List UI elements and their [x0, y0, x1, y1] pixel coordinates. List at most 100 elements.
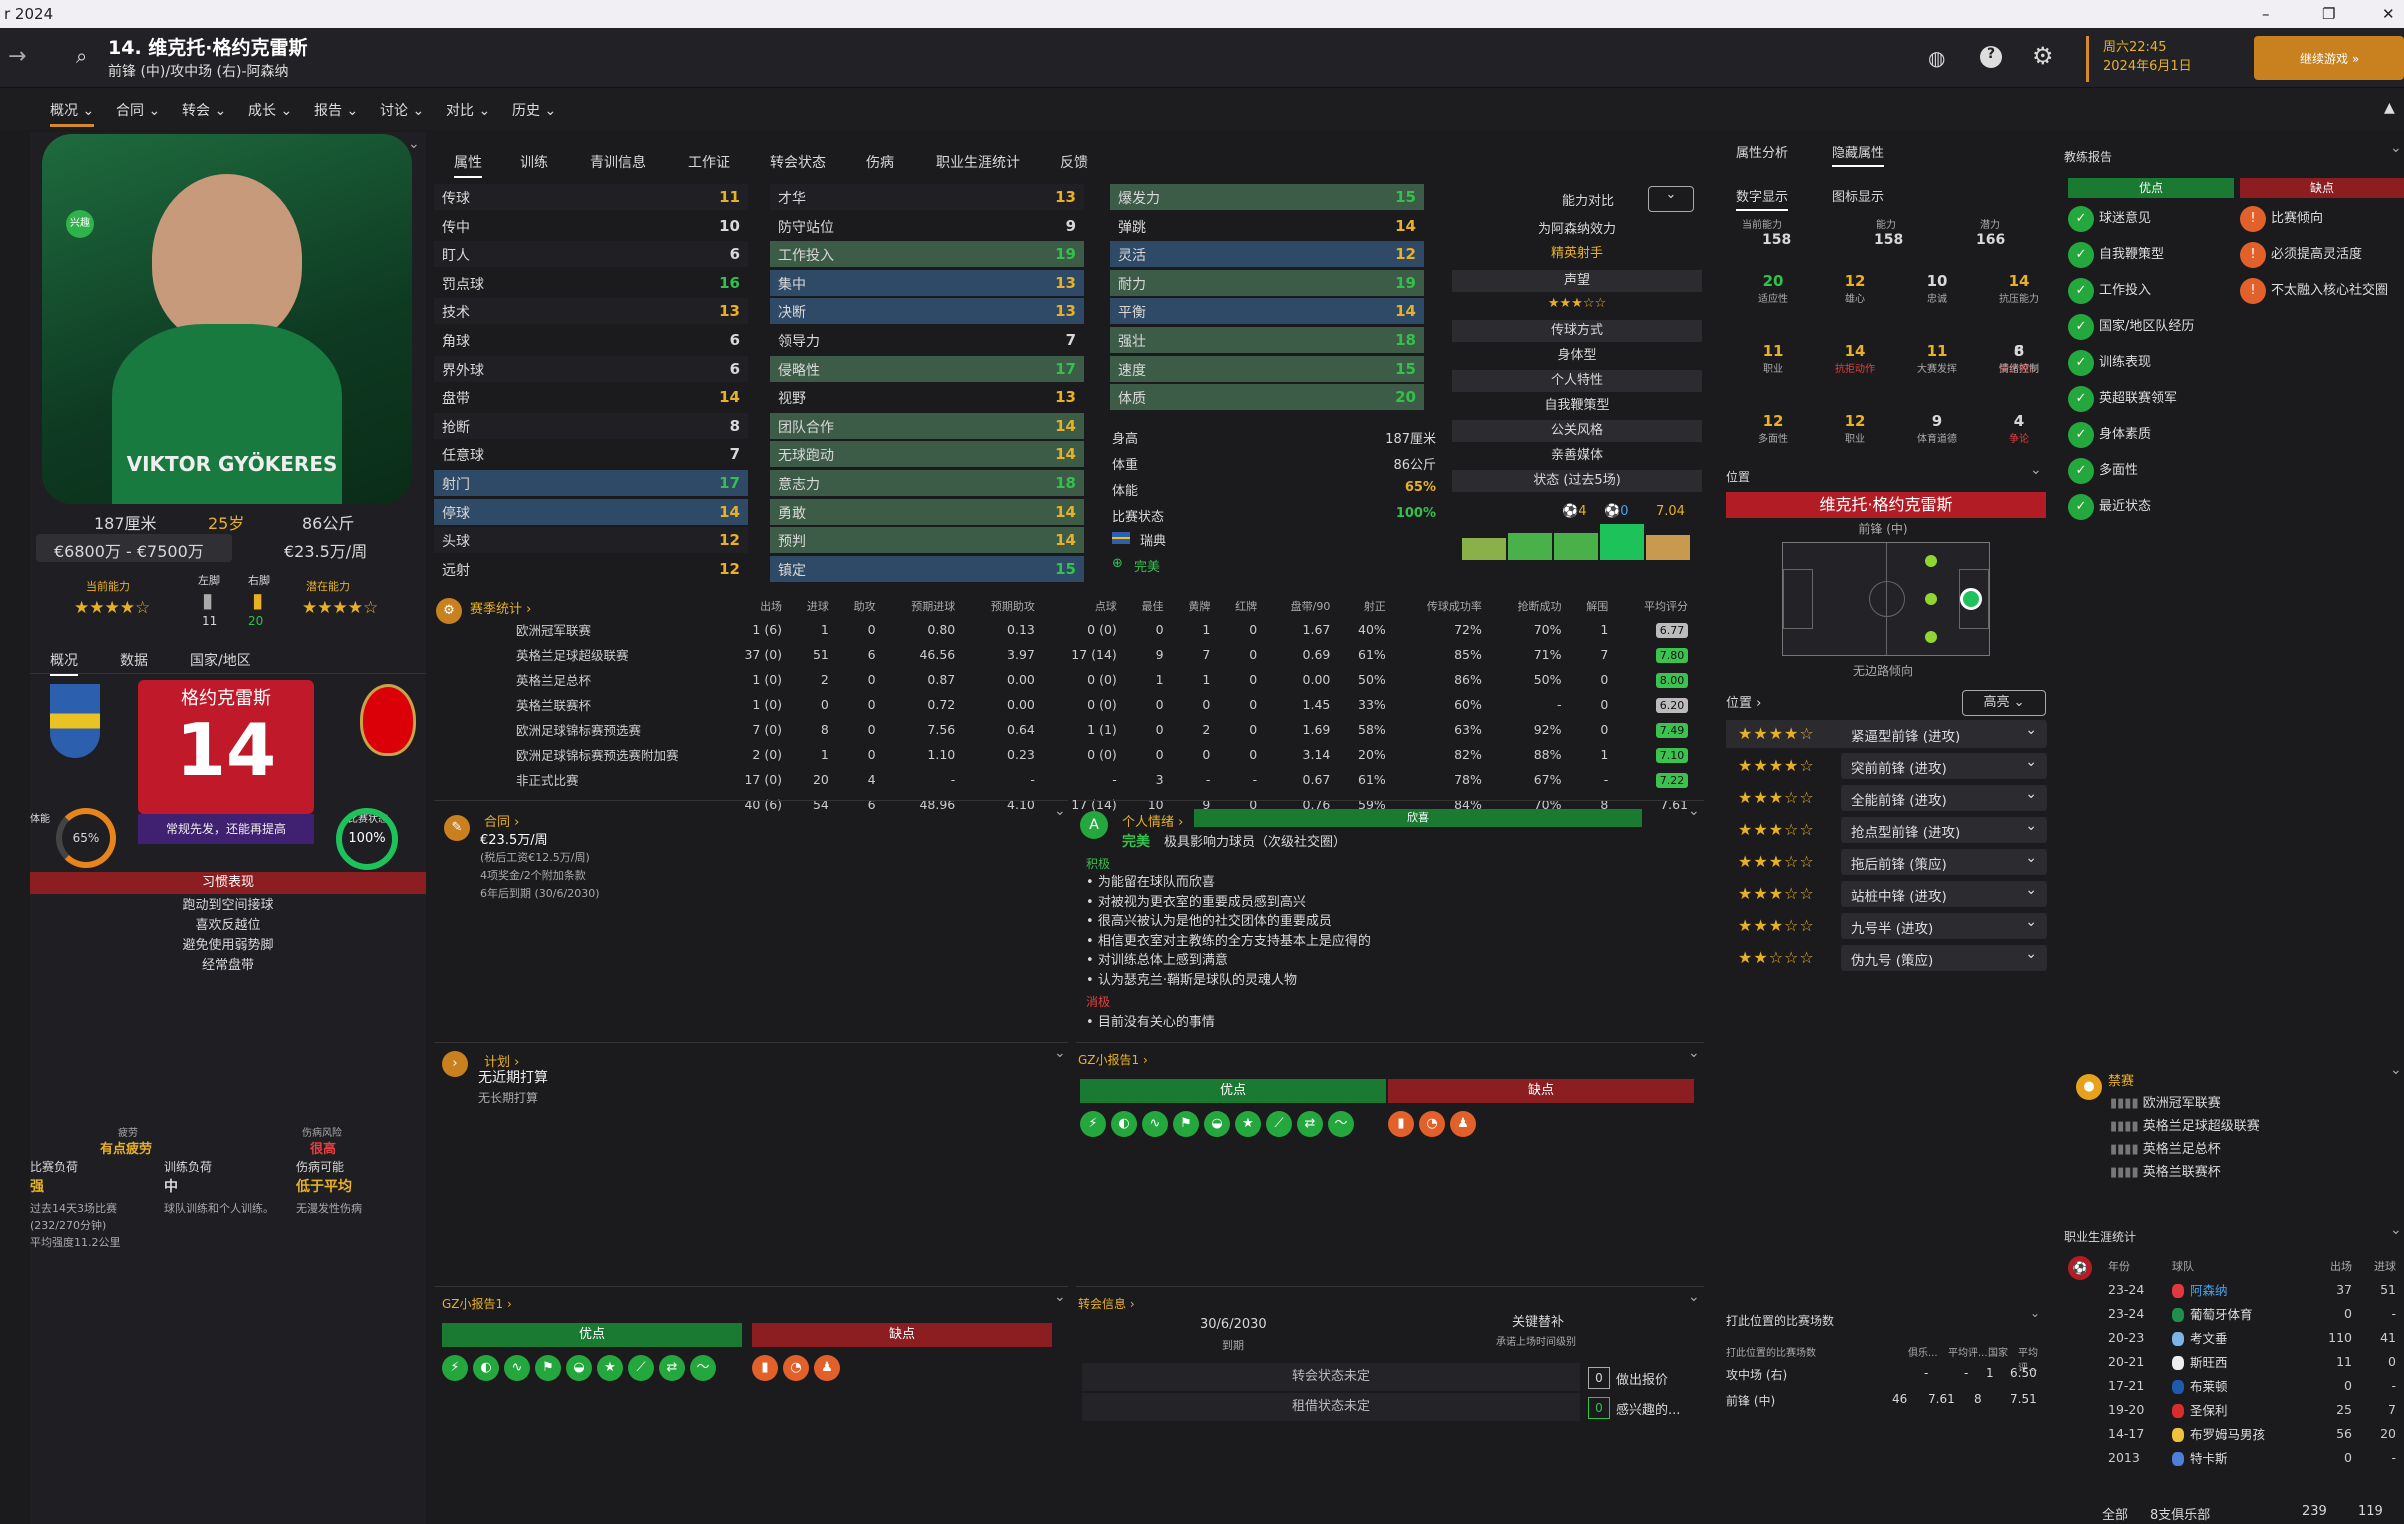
coach-con-item[interactable]: ! 必须提高灵活度 [2240, 242, 2362, 272]
pulse-icon[interactable]: ∿ [1142, 1111, 1168, 1137]
table-row[interactable]: 20-21 斯旺西 11 0 [2104, 1350, 2400, 1372]
forward-arrow-icon[interactable]: → [8, 44, 26, 69]
attribute-row[interactable]: 角球 6 [434, 327, 748, 353]
table-row[interactable]: 17-21 布莱顿 0 - [2104, 1374, 2400, 1396]
trend-icon[interactable]: 〜 [690, 1355, 716, 1381]
role-dropdown[interactable]: 突前前锋 (进攻) [1841, 753, 2047, 779]
contract-title[interactable]: 合同 › [484, 811, 519, 830]
nav-compare[interactable]: 对比 ⌄ [446, 100, 490, 120]
table-row[interactable]: 2013 特卡斯 0 - [2104, 1446, 2400, 1468]
table-row[interactable]: 23-24 阿森纳 37 51 [2104, 1278, 2400, 1300]
coach-pro-item[interactable]: ✓ 国家/地区队经历 [2068, 314, 2194, 344]
globe-icon[interactable]: ◍ [1928, 46, 1945, 70]
arrows-icon[interactable]: ⇄ [659, 1355, 685, 1381]
table-row[interactable]: 英格兰联赛杯 1 (0) 0 0 0.72 0.00 0 (0) 0 0 0 1.45 33% 60% -… [456, 693, 1692, 716]
attribute-row[interactable]: 体质 20 [1110, 384, 1424, 411]
transfer-collapse-icon[interactable]: ⌄ [1688, 1289, 1700, 1305]
nav-overview[interactable]: 概况 ⌄ [50, 100, 95, 127]
flag-icon[interactable]: ⚑ [1173, 1111, 1199, 1137]
table-row[interactable]: 英格兰足球超级联赛 37 (0) 51 6 46.56 3.97 17 (14) 9 7 0 0.6… [456, 643, 1692, 666]
attribute-row[interactable]: 团队合作 14 [770, 412, 1084, 439]
table-row[interactable]: 英格兰足总杯 1 (0) 2 0 0.87 0.00 0 (0) 1 1 0 0.00 50% 86% 5… [456, 668, 1692, 691]
tab-data[interactable]: 数据 [120, 650, 148, 670]
highlight-dropdown[interactable]: 高亮 ⌄ [1962, 690, 2046, 716]
pos-stats-collapse-icon[interactable]: ⌄ [2030, 1306, 2040, 1320]
tab-overview[interactable]: 概况 [50, 650, 78, 676]
attribute-row[interactable]: 盘带 14 [434, 384, 748, 410]
compare-dropdown[interactable]: ⌄ [1648, 186, 1694, 212]
tab-feedback[interactable]: 反馈 [1060, 152, 1088, 172]
roles-title[interactable]: 位置 › [1726, 692, 1761, 711]
attribute-row[interactable]: 射门 17 [434, 470, 748, 496]
career-collapse-icon[interactable]: ⌄ [2390, 1222, 2402, 1238]
personal-title[interactable]: 个人情绪 › [1122, 811, 1183, 830]
personal-collapse-icon[interactable]: ⌄ [1688, 803, 1700, 819]
role-dropdown[interactable]: 全能前锋 (进攻) [1841, 785, 2047, 811]
attribute-row[interactable]: 勇敢 14 [770, 498, 1084, 525]
table-row[interactable]: 欧洲足球锦标赛预选赛 7 (0) 8 0 7.56 0.64 1 (1) 0 2 0 1.69 58%… [456, 718, 1692, 741]
role-dropdown[interactable]: 伪九号 (策应) [1841, 945, 2047, 971]
tab-attributes[interactable]: 属性 [454, 152, 482, 178]
help-icon[interactable]: ? [1980, 46, 2002, 68]
coach-pro-item[interactable]: ✓ 工作投入 [2068, 278, 2151, 308]
arrows-icon[interactable]: ⇄ [1297, 1111, 1323, 1137]
attribute-row[interactable]: 罚点球 16 [434, 270, 748, 296]
attribute-row[interactable]: 灵活 12 [1110, 241, 1424, 268]
nav-transfer[interactable]: 转会 ⌄ [182, 100, 226, 120]
attribute-row[interactable]: 工作投入 19 [770, 241, 1084, 268]
attribute-row[interactable]: 无球跑动 14 [770, 441, 1084, 468]
attribute-row[interactable]: 意志力 18 [770, 470, 1084, 496]
attribute-row[interactable]: 预判 14 [770, 527, 1084, 554]
attribute-row[interactable]: 视野 13 [770, 384, 1084, 410]
attribute-row[interactable]: 任意球 7 [434, 441, 748, 467]
tab-work-permit[interactable]: 工作证 [688, 152, 730, 172]
tab-youth[interactable]: 青训信息 [590, 152, 646, 172]
attribute-row[interactable]: 爆发力 15 [1110, 184, 1424, 210]
coach-pro-item[interactable]: ✓ 英超联赛领军 [2068, 386, 2177, 416]
coach-con-item[interactable]: ! 不太融入核心社交圈 [2240, 278, 2388, 308]
gz-mid-collapse-icon[interactable]: ⌄ [1688, 1045, 1700, 1061]
attribute-row[interactable]: 平衡 14 [1110, 298, 1424, 325]
attribute-row[interactable]: 盯人 6 [434, 241, 748, 268]
star-icon[interactable]: ★ [597, 1355, 623, 1381]
flag-icon[interactable]: ⚑ [535, 1355, 561, 1381]
nav-development[interactable]: 成长 ⌄ [248, 100, 292, 120]
role-row[interactable]: ★★★☆☆ 站桩中锋 (进攻) [1726, 880, 2047, 908]
whistle-icon[interactable]: ◒ [566, 1355, 592, 1381]
role-dropdown[interactable]: 紧逼型前锋 (进攻) [1841, 721, 2047, 747]
position-collapse-icon[interactable]: ⌄ [2030, 462, 2042, 478]
table-row[interactable]: 19-20 圣保利 25 7 [2104, 1398, 2400, 1420]
table-row[interactable]: 23-24 葡萄牙体育 0 - [2104, 1302, 2400, 1324]
coach-collapse-icon[interactable]: ⌄ [2390, 140, 2402, 156]
attribute-row[interactable]: 传中 10 [434, 213, 748, 239]
role-row[interactable]: ★★★★☆ 突前前锋 (进攻) [1726, 752, 2047, 780]
coach-pro-item[interactable]: ✓ 训练表现 [2068, 350, 2151, 380]
role-dropdown[interactable]: 站桩中锋 (进攻) [1841, 881, 2047, 907]
transfer-info-title[interactable]: 转会信息 › [1078, 1295, 1135, 1312]
attribute-row[interactable]: 镇定 15 [770, 555, 1084, 582]
coach-pro-item[interactable]: ✓ 多面性 [2068, 458, 2138, 488]
table-row[interactable]: 20-23 考文垂 110 41 [2104, 1326, 2400, 1348]
role-dropdown[interactable]: 九号半 (进攻) [1841, 913, 2047, 939]
coach-pro-item[interactable]: ✓ 球迷意见 [2068, 206, 2151, 236]
role-row[interactable]: ★★★☆☆ 抢点型前锋 (进攻) [1726, 816, 2047, 844]
tab-attr-analysis[interactable]: 属性分析 [1736, 142, 1788, 161]
attribute-row[interactable]: 远射 12 [434, 556, 748, 582]
gz-report-bottom-title[interactable]: GZ小报告1 › [442, 1295, 512, 1312]
gear-icon[interactable]: ⚙ [2032, 42, 2054, 70]
lock-icon[interactable]: ▲ [2384, 100, 2395, 116]
nav-discuss[interactable]: 讨论 ⌄ [380, 100, 424, 120]
coach-pro-item[interactable]: ✓ 自我鞭策型 [2068, 242, 2164, 272]
attribute-row[interactable]: 头球 12 [434, 527, 748, 554]
attribute-row[interactable]: 集中 13 [770, 269, 1084, 296]
coach-pro-item[interactable]: ✓ 最近状态 [2068, 494, 2151, 524]
search-icon[interactable]: ⌕ [76, 44, 87, 68]
tab-icons[interactable]: 图标显示 [1832, 186, 1884, 205]
attribute-row[interactable]: 才华 13 [770, 184, 1084, 210]
collapse-icon[interactable]: ⌄ [408, 136, 420, 152]
maximize-icon[interactable]: ❐ [2322, 5, 2335, 23]
agility-icon[interactable]: ◔ [1419, 1111, 1445, 1137]
attribute-row[interactable]: 领导力 7 [770, 327, 1084, 353]
social-icon[interactable]: ♟ [1450, 1111, 1476, 1137]
table-row[interactable]: 欧洲冠军联赛 1 (6) 1 0 0.80 0.13 0 (0) 0 1 0 1.67 40% 72% 7… [456, 618, 1692, 641]
